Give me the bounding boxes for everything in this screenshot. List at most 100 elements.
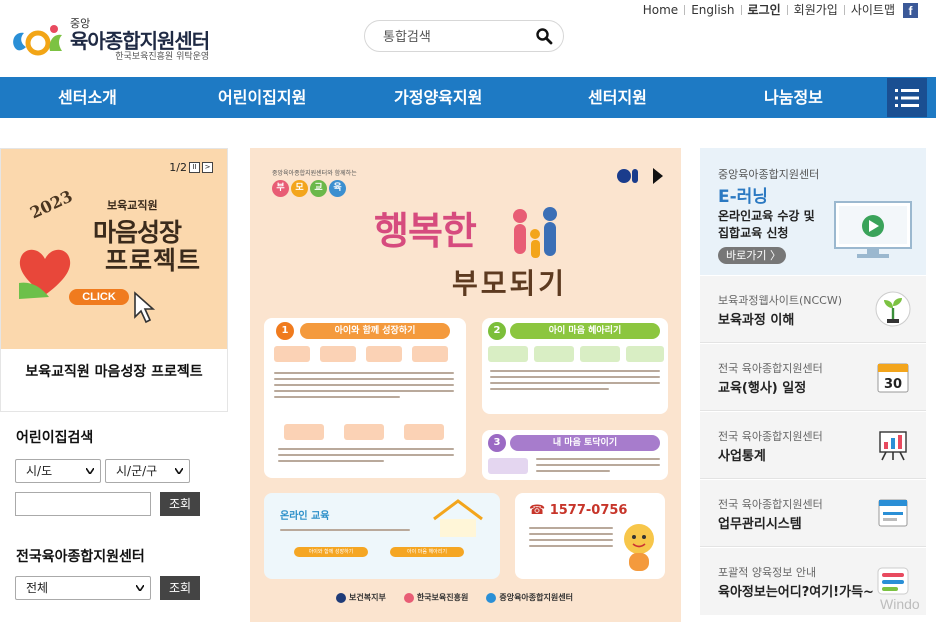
search-panel: 어린이집검색 시/도 시/군/구 조회 전국육아종합지원센터 전체 조회: [0, 413, 228, 622]
nav-center-support[interactable]: 센터지원: [588, 77, 647, 118]
quick-link-statistics[interactable]: 전국 육아종합지원센터 사업통계: [700, 412, 926, 479]
login-link[interactable]: 로그인: [742, 2, 787, 18]
logo-kcpi: 한국보육진흥원: [403, 592, 469, 603]
section-grow-together: 1 아이와 함께 성장하기: [264, 318, 466, 478]
promo-line3: 프로젝트: [105, 246, 202, 275]
quick-link-small: 전국 육아종합지원센터: [718, 430, 823, 443]
online-text-lines: [280, 529, 410, 535]
english-link[interactable]: English: [685, 2, 740, 18]
center-region-select[interactable]: 전체: [15, 576, 151, 600]
online-button-2[interactable]: 아이 마음 헤아리기: [390, 547, 464, 557]
quick-link-title: 업무관리시스템: [718, 517, 802, 532]
logo-ministry: 보건복지부: [336, 592, 386, 603]
home-link[interactable]: Home: [637, 2, 684, 18]
promo-next-icon[interactable]: >: [202, 162, 213, 173]
quick-link-title: 육아정보는어디?여기!가득~: [718, 585, 874, 600]
quick-link-schedule[interactable]: 전국 육아종합지원센터 교육(행사) 일정 30: [700, 344, 926, 411]
elearning-desc: 온라인교육 수강 및 집합교육 신청: [718, 209, 815, 240]
promo-counter: 1/2 II >: [169, 161, 213, 174]
topic-text-lines: [274, 372, 454, 402]
quick-link-work-system[interactable]: 전국 육아종합지원센터 업무관리시스템: [700, 480, 926, 547]
quick-link-title: 보육과정 이해: [718, 313, 795, 328]
online-education-box[interactable]: 온라인 교육 아이와 함께 성장하기 아이 마음 헤아리기: [264, 493, 500, 579]
logo-central-center: 중앙육아종합지원센터: [486, 592, 573, 603]
section-self-care: 3 내 마음 토닥이기: [482, 430, 668, 480]
all-menu-button[interactable]: [887, 78, 927, 117]
topic-chip: [580, 346, 620, 362]
cursor-arrow-icon: [134, 291, 156, 324]
daycare-name-input[interactable]: [15, 492, 151, 516]
logo-sub-text: 한국보육진흥원 위탁운영: [115, 52, 210, 62]
sigungu-select-value: 시/군/구: [116, 464, 158, 478]
promo-click-badge: CLICK: [69, 289, 129, 305]
promo-image[interactable]: 1/2 II > 2023 보육교직원 마음성장 프로젝트 CLICK: [1, 149, 227, 349]
quick-link-nccw[interactable]: 보육과정웹사이트(NCCW) 보육과정 이해: [700, 276, 926, 343]
chevron-down-icon: [86, 468, 94, 474]
online-button-1[interactable]: 아이와 함께 성장하기: [294, 547, 368, 557]
signup-link[interactable]: 회원가입: [788, 2, 844, 18]
quick-link-title: 교육(행사) 일정: [718, 381, 807, 396]
quick-link-small: 전국 육아종합지원센터: [718, 498, 823, 511]
badge-char: 교: [310, 180, 327, 197]
facebook-icon[interactable]: f: [903, 2, 918, 18]
sido-select-value: 시/도: [26, 464, 53, 478]
section-number-2: 2: [488, 322, 506, 340]
phone-number[interactable]: ☎ 1577-0756: [529, 503, 627, 518]
topic-chip: [412, 346, 448, 362]
logo-main-text: 육아종합지원센터: [70, 29, 210, 53]
section1-title: 아이와 함께 성장하기: [300, 323, 450, 339]
nav-sharing-info[interactable]: 나눔정보: [764, 77, 823, 118]
sprout-icon: [875, 291, 911, 327]
section-child-mind: 2 아이 마음 헤아리기: [482, 318, 668, 414]
document-window-icon: [878, 499, 908, 527]
topic-chip: [488, 458, 528, 474]
center-search-title: 전국육아종합지원센터: [16, 549, 145, 565]
monitor-play-icon: [834, 201, 912, 258]
topic-text-lines: [278, 448, 454, 466]
promo-caption[interactable]: 보육교직원 마음성장 프로젝트: [1, 361, 227, 381]
sigungu-select[interactable]: 시/군/구: [105, 459, 190, 483]
nav-center-intro[interactable]: 센터소개: [58, 77, 117, 118]
sponsor-logos: 보건복지부 한국보육진흥원 중앙육아종합지원센터: [336, 592, 573, 603]
daycare-search-button[interactable]: 조회: [160, 492, 200, 516]
poster-badge: 부 모 교 육: [272, 180, 346, 197]
nav-home-parenting[interactable]: 가정양육지원: [394, 77, 482, 118]
online-education-title: 온라인 교육: [280, 511, 330, 522]
quick-link-small: 포괄적 양육정보 안내: [718, 566, 817, 579]
topic-chip: [320, 346, 356, 362]
family-illustration-icon: [513, 207, 557, 258]
promo-year: 2023: [27, 186, 76, 223]
search-box: [364, 20, 564, 52]
sitemap-link[interactable]: 사이트맵: [845, 2, 901, 18]
center-search-button[interactable]: 조회: [160, 576, 200, 600]
calendar-icon: 30: [877, 363, 909, 393]
pause-icon[interactable]: [616, 168, 640, 184]
poster-title-1: 행복한: [374, 209, 477, 253]
search-icon[interactable]: [535, 27, 553, 45]
chevron-down-icon: [175, 468, 183, 474]
play-icon[interactable]: [652, 168, 664, 184]
topic-text-lines: [490, 370, 660, 394]
chevron-down-icon: [136, 585, 144, 591]
logo-kcpi-text: 한국보육진흥원: [416, 593, 469, 602]
section2-title: 아이 마음 헤아리기: [510, 323, 660, 339]
section3-title: 내 마음 토닥이기: [510, 435, 660, 451]
promo-banner[interactable]: 1/2 II > 2023 보육교직원 마음성장 프로젝트 CLICK 보육교직…: [0, 148, 228, 412]
site-logo[interactable]: 중앙 육아종합지원센터 한국보육진흥원 위탁운영: [8, 18, 210, 63]
quick-link-title: 사업통계: [718, 449, 766, 464]
sido-select[interactable]: 시/도: [15, 459, 101, 483]
topic-chip: [626, 346, 664, 362]
promo-pause-icon[interactable]: II: [189, 162, 200, 173]
logo-mark-icon: [13, 24, 62, 55]
search-input[interactable]: [383, 27, 533, 47]
elearning-go-button[interactable]: 바로가기 〉: [718, 247, 786, 264]
poster-title-2: 부모되기: [452, 267, 568, 300]
elearning-banner[interactable]: 중앙육아종합지원센터 E-러닝 온라인교육 수강 및 집합교육 신청 바로가기 …: [700, 148, 926, 275]
section-number-3: 3: [488, 434, 506, 452]
nav-daycare-support[interactable]: 어린이집지원: [218, 77, 306, 118]
top-utility-links: Home English 로그인 회원가입 사이트맵 f: [637, 2, 918, 18]
center-region-value: 전체: [26, 581, 49, 595]
windows-activation-watermark: Windo: [880, 596, 920, 612]
parent-education-poster[interactable]: 중앙육아종합지원센터와 함께하는 부 모 교 육 행복한 부모되기 1 아이와 …: [250, 148, 681, 622]
parenting-info-icon: [877, 567, 909, 595]
